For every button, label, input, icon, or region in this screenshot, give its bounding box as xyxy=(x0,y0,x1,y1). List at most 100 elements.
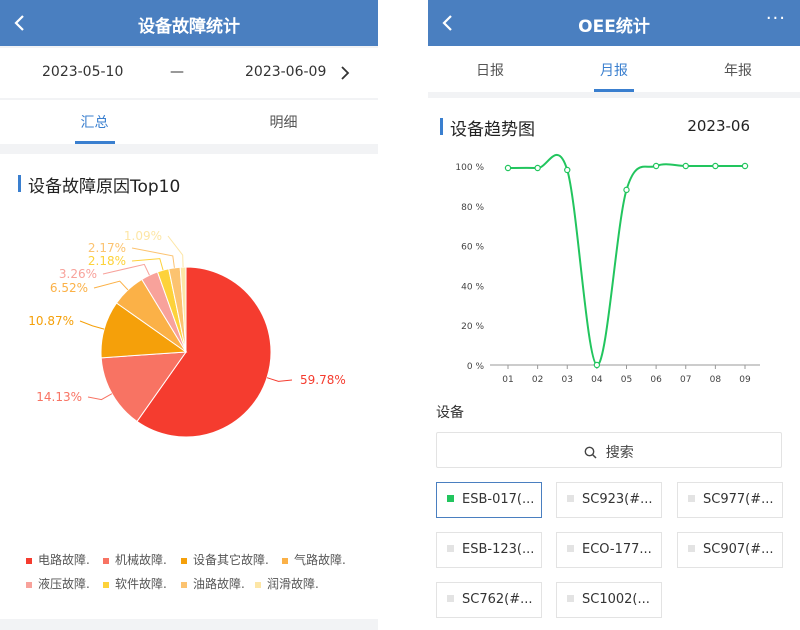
series-line xyxy=(507,153,745,367)
device-label: ESB-017(... xyxy=(462,492,535,507)
tab-summary[interactable]: 汇总 xyxy=(0,100,189,144)
data-point[interactable] xyxy=(712,162,719,170)
pie-value-label: 59.78% xyxy=(300,373,346,387)
device-status-indicator xyxy=(688,495,695,502)
fault-stats-panel: 设备故障统计 2023-05-10 — 2023-06-09 汇总 明细 设备故… xyxy=(0,0,378,630)
pie-value-label: 14.13% xyxy=(36,390,82,404)
tab-detail-label: 明细 xyxy=(269,115,298,131)
legend-label: 机械故障. xyxy=(115,553,167,567)
trend-line-chart: 0 % 20 % 40 % 60 % 80 % 100 % 01 02 03 04 05 06 07 08… xyxy=(455,153,760,385)
legend-swatch xyxy=(181,557,187,564)
device-item[interactable]: SC977(#... xyxy=(677,482,783,518)
legend-item[interactable]: 电路故障. xyxy=(26,551,90,568)
device-item[interactable]: SC907(#... xyxy=(677,532,783,568)
legend-item[interactable]: 气路故障. xyxy=(282,551,346,568)
data-point[interactable] xyxy=(593,361,601,369)
device-label: SC762(#... xyxy=(462,592,533,607)
device-item[interactable]: ECO-177... xyxy=(556,532,662,568)
device-item[interactable]: SC1002(... xyxy=(556,582,662,618)
chevron-right-icon[interactable] xyxy=(340,66,350,80)
summary-tabs: 汇总 明细 xyxy=(0,100,378,144)
legend-item[interactable]: 润滑故障. xyxy=(255,575,319,592)
page-title: 设备故障统计 xyxy=(138,17,240,37)
device-label: SC923(#... xyxy=(582,492,653,507)
date-range-bar: 2023-05-10 — 2023-06-09 xyxy=(0,48,378,98)
search-button[interactable]: 搜索 xyxy=(436,432,782,468)
device-item[interactable]: SC923(#... xyxy=(556,482,662,518)
pie-label-line xyxy=(93,280,129,291)
period-label: 2023-06 xyxy=(687,117,750,135)
data-point[interactable] xyxy=(652,162,660,170)
legend-swatch xyxy=(181,581,187,588)
legend-swatch xyxy=(255,581,261,588)
data-point[interactable] xyxy=(682,162,689,170)
pie-label-line xyxy=(266,377,293,382)
report-tabs: 日报 月报 年报 xyxy=(428,46,800,92)
pie-value-label: 3.26% xyxy=(59,267,97,281)
legend-item[interactable]: 机械故障. xyxy=(103,551,167,568)
x-tick-label: 04 xyxy=(591,375,603,385)
y-tick-label: 40 % xyxy=(461,282,484,292)
device-status-indicator xyxy=(688,545,695,552)
legend-label: 气路故障. xyxy=(294,553,346,567)
tab-detail[interactable]: 明细 xyxy=(189,100,378,144)
tab-yearly-label: 年报 xyxy=(724,63,752,79)
device-status-indicator xyxy=(567,545,574,552)
legend-label: 软件故障. xyxy=(115,577,167,591)
x-tick-label: 03 xyxy=(562,375,573,385)
pie-value-label: 10.87% xyxy=(28,314,74,328)
fault-pie-chart: 59.78% 14.13% 10.87% 6.52%3.26%2.18%2.17%1.… xyxy=(28,229,346,438)
legend-label: 设备其它故障. xyxy=(193,553,269,567)
legend-swatch xyxy=(103,557,109,564)
data-point[interactable] xyxy=(534,164,541,172)
y-tick-label: 0 % xyxy=(467,362,485,372)
search-label: 搜索 xyxy=(605,445,634,461)
legend-swatch xyxy=(26,581,32,588)
y-tick-label: 100 % xyxy=(455,163,484,173)
date-separator: — xyxy=(170,64,184,80)
legend-swatch xyxy=(282,557,288,564)
tab-daily-label: 日报 xyxy=(476,63,504,79)
legend-label: 油路故障. xyxy=(193,577,245,591)
divider xyxy=(428,92,800,98)
legend-swatch xyxy=(26,557,32,564)
tab-monthly[interactable]: 月报 xyxy=(552,46,676,92)
x-tick-label: 05 xyxy=(621,375,632,385)
oee-header: OEE统计 ··· xyxy=(428,0,800,46)
y-tick-label: 80 % xyxy=(461,203,484,213)
tab-summary-label: 汇总 xyxy=(80,115,109,131)
data-point[interactable] xyxy=(741,162,749,170)
data-point[interactable] xyxy=(564,166,571,174)
legend-item[interactable]: 设备其它故障. xyxy=(181,551,269,568)
device-status-indicator xyxy=(447,545,454,552)
data-point[interactable] xyxy=(623,186,630,194)
fault-chart-card: 设备故障原因Top10 59.78% 14.13% 10.87% 6.52% 3.26%… xyxy=(0,154,378,619)
legend-item[interactable]: 液压故障. xyxy=(26,575,90,592)
legend-item[interactable]: 软件故障. xyxy=(103,575,167,592)
pie-label-line xyxy=(131,258,164,271)
pie-value-label: 1.09% xyxy=(124,229,162,243)
search-icon xyxy=(584,446,597,459)
legend-item[interactable]: 油路故障. xyxy=(181,575,245,592)
pie-label-line xyxy=(131,247,175,268)
device-status-indicator xyxy=(447,595,454,602)
legend-swatch xyxy=(103,581,109,588)
end-date[interactable]: 2023-06-09 xyxy=(245,64,326,80)
section-title: 设备故障原因Top10 xyxy=(18,172,180,197)
tab-monthly-label: 月报 xyxy=(600,63,628,79)
pie-label-line xyxy=(167,235,184,268)
data-point[interactable] xyxy=(504,164,512,172)
devices-label: 设备 xyxy=(436,405,464,421)
x-tick-label: 06 xyxy=(650,375,662,385)
device-item[interactable]: ESB-017(... xyxy=(436,482,542,518)
tab-daily[interactable]: 日报 xyxy=(428,46,552,92)
tab-active-indicator xyxy=(74,141,115,144)
tab-yearly[interactable]: 年报 xyxy=(676,46,800,92)
pie-value-label: 6.52% xyxy=(50,281,88,295)
device-status-indicator xyxy=(567,495,574,502)
device-item[interactable]: SC762(#... xyxy=(436,582,542,618)
page-title: OEE统计 xyxy=(578,17,650,37)
more-icon[interactable]: ··· xyxy=(766,8,786,29)
start-date[interactable]: 2023-05-10 xyxy=(42,64,123,80)
device-item[interactable]: ESB-123(... xyxy=(436,532,542,568)
